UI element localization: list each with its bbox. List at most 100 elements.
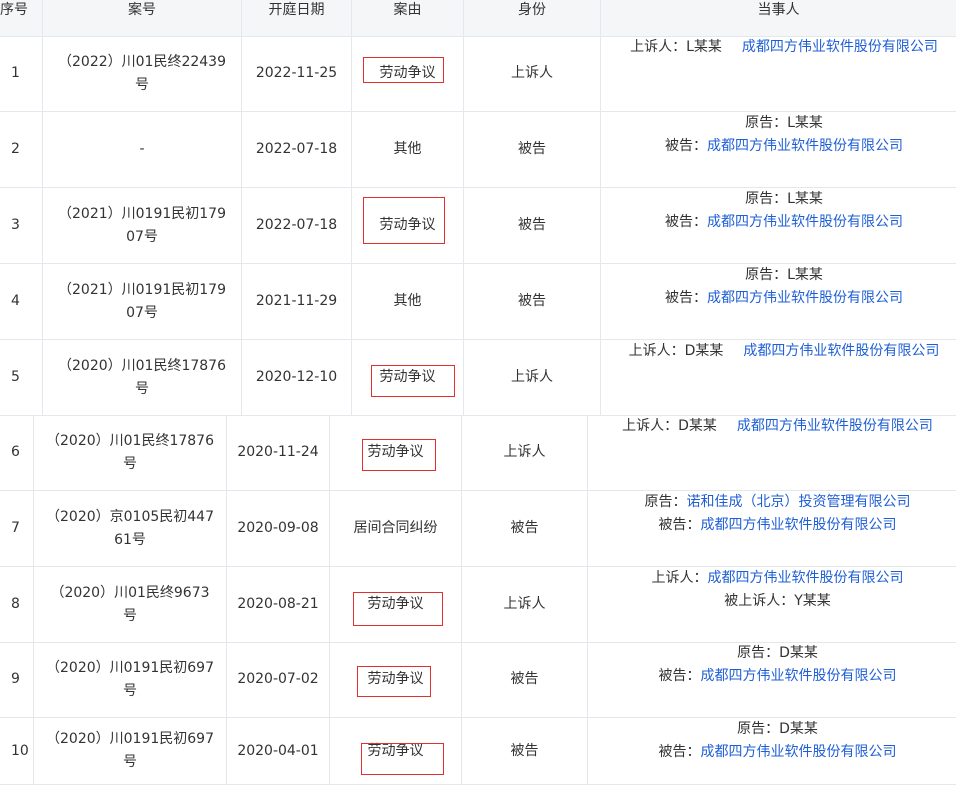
row-parties: 原告：L某某被告：成都四方伟业软件股份有限公司 — [601, 264, 956, 339]
party-line: 原告：D某某 — [737, 642, 818, 665]
party-company-link[interactable]: 诺和佳成（北京）投资管理有限公司 — [687, 494, 911, 510]
header-hearing-date: 开庭日期 — [242, 0, 352, 36]
party-label: 被告： — [665, 290, 707, 306]
row-role: 被告 — [462, 491, 588, 566]
header-cause: 案由 — [352, 0, 464, 36]
row-role: 上诉人 — [462, 567, 588, 642]
row-hearing-date: 2020-11-24 — [227, 415, 330, 490]
row-parties: 原告：L某某 被告：成都四方伟业软件股份有限公司 — [601, 112, 956, 187]
party-line: 被上诉人：Y某某 — [724, 590, 831, 613]
party-company-link[interactable]: 成都四方伟业软件股份有限公司 — [707, 138, 903, 154]
row-case-no-cell: - — [43, 112, 242, 187]
party-label: 原告： — [745, 191, 788, 207]
party-line: 被告：成都四方伟业软件股份有限公司 — [665, 211, 903, 234]
row-seq: 4 — [0, 264, 43, 339]
row-case-no-cell: （2020）川0191民初697号 — [34, 718, 227, 784]
table-header: 序号 案号 开庭日期 案由 身份 当事人 — [0, 0, 956, 37]
table-row: 5 （2020）川01民终17876号 2020-12-10 劳动争议 上诉人 上诉人：D… — [0, 340, 956, 416]
table-row: 10 （2020）川0191民初697号 2020-04-01 劳动争议 被告 原告：D某… — [0, 718, 956, 785]
party-person-name: L某某 — [787, 191, 823, 207]
case-number: （2022）川01民终22439号 — [58, 53, 226, 93]
table-row: 3 （2021）川0191民初17907号 2022-07-18 劳动争议 被告 原告：L… — [0, 188, 956, 264]
party-person-name: L某某 — [787, 115, 823, 131]
party-company-link[interactable]: 成都四方伟业软件股份有限公司 — [707, 290, 903, 306]
row-parties: 原告：D某某 被告：成都四方伟业软件股份有限公司 — [588, 718, 956, 784]
party-company-link[interactable]: 成都四方伟业软件股份有限公司 — [742, 39, 938, 55]
row-parties: 上诉人：D某某 成都四方伟业软件股份有限公司 — [588, 415, 956, 490]
party-line: 被告：成都四方伟业软件股份有限公司 — [659, 665, 897, 688]
row-parties: 原告：诺和佳成（北京）投资管理有限公司 被告：成都四方伟业软件股份有限公司 — [588, 491, 956, 566]
party-person-name: L某某 — [686, 39, 722, 55]
row-seq: 2 — [0, 112, 43, 187]
party-label: 原告： — [737, 721, 780, 737]
row-role: 被告 — [462, 642, 588, 717]
row-case-no-cell: （2021）川0191民初17907号 — [43, 188, 242, 263]
party-person-name: D某某 — [678, 418, 717, 434]
row-role: 被告 — [464, 264, 601, 339]
row-case-no-cell: （2020）川01民终17876号 — [34, 415, 227, 490]
case-number: （2020）京0105民初44761号 — [46, 508, 214, 548]
row-hearing-date: 2020-08-21 — [227, 567, 330, 642]
row-seq: 6 — [0, 415, 34, 490]
party-person-name: L某某 — [787, 267, 823, 283]
party-line: 上诉人：D某某 成都四方伟业软件股份有限公司 — [629, 340, 940, 363]
row-cause: 劳动争议 — [330, 642, 462, 717]
party-label: 上诉人： — [630, 39, 687, 55]
row-parties: 原告：L某某 被告：成都四方伟业软件股份有限公司 — [601, 188, 956, 263]
party-company-link[interactable]: 成都四方伟业软件股份有限公司 — [707, 214, 903, 230]
case-number: （2020）川01民终17876号 — [58, 357, 226, 397]
party-company-link[interactable]: 成都四方伟业软件股份有限公司 — [743, 343, 939, 359]
row-case-no-cell: （2021）川0191民初17907号 — [43, 264, 242, 339]
header-case-no: 案号 — [43, 0, 242, 36]
party-line: 原告：L某某 — [745, 188, 823, 211]
row-seq: 1 — [0, 36, 43, 111]
party-label: 被告： — [658, 668, 701, 684]
party-company-link[interactable]: 成都四方伟业软件股份有限公司 — [701, 668, 897, 684]
header-role: 身份 — [464, 0, 601, 36]
table-row: 9 （2020）川0191民初697号 2020-07-02 劳动争议 被告 原告：D某某… — [0, 642, 956, 718]
row-parties: 上诉人：L某某 成都四方伟业软件股份有限公司 — [601, 36, 956, 111]
row-cause: 劳动争议 — [330, 567, 462, 642]
party-line: 被告：成都四方伟业软件股份有限公司 — [665, 135, 903, 158]
row-cause: 劳动争议 — [330, 718, 462, 784]
party-company-link[interactable]: 成都四方伟业软件股份有限公司 — [737, 418, 933, 434]
party-person-name: D某某 — [779, 645, 818, 661]
party-person-name: Y某某 — [794, 593, 831, 609]
case-number: - — [139, 141, 145, 157]
row-hearing-date: 2020-07-02 — [227, 642, 330, 717]
table-row: 4 （2021）川0191民初17907号 2021-11-29 其他 被告 原告：L某某… — [0, 264, 956, 340]
header-seq: 序号 — [0, 0, 43, 36]
row-case-no-cell: （2020）京0105民初44761号 — [34, 491, 227, 566]
row-cause: 劳动争议 — [330, 415, 462, 490]
table-row: 6 （2020）川01民终17876号 2020-11-24 劳动争议 上诉人 上诉人：D… — [0, 415, 956, 491]
row-cause: 劳动争议 — [352, 340, 464, 415]
row-hearing-date: 2022-07-18 — [242, 112, 352, 187]
row-seq: 3 — [0, 188, 43, 263]
party-company-link[interactable]: 成都四方伟业软件股份有限公司 — [701, 744, 897, 760]
party-line: 原告：L某某 — [745, 112, 823, 135]
party-person-name: D某某 — [684, 343, 724, 359]
party-line: 原告：L某某 — [745, 264, 823, 287]
row-hearing-date: 2020-09-08 — [227, 491, 330, 566]
party-label: 上诉人： — [622, 418, 679, 434]
row-case-no-cell: （2020）川0191民初697号 — [34, 642, 227, 717]
case-number: （2020）川01民终9673号 — [50, 584, 210, 624]
party-label: 原告： — [737, 645, 780, 661]
table-row: 8 （2020）川01民终9673号 2020-08-21 劳动争议 上诉人 上诉人：成都… — [0, 567, 956, 643]
row-seq: 8 — [0, 567, 34, 642]
row-role: 上诉人 — [464, 340, 601, 415]
party-line: 上诉人：L某某 成都四方伟业软件股份有限公司 — [630, 36, 938, 59]
row-hearing-date: 2020-12-10 — [242, 340, 352, 415]
party-label: 被上诉人： — [724, 593, 795, 609]
party-label: 被告： — [665, 214, 707, 230]
row-parties: 上诉人：成都四方伟业软件股份有限公司 被上诉人：Y某某 — [588, 567, 956, 642]
party-company-link[interactable]: 成都四方伟业软件股份有限公司 — [701, 517, 897, 533]
row-case-no-cell: （2022）川01民终22439号 — [43, 36, 242, 111]
party-company-link[interactable]: 成都四方伟业软件股份有限公司 — [708, 570, 904, 586]
party-label: 被告： — [665, 138, 707, 154]
row-case-no-cell: （2020）川01民终9673号 — [34, 567, 227, 642]
row-role: 被告 — [464, 188, 601, 263]
row-seq: 9 — [0, 642, 34, 717]
row-seq: 5 — [0, 340, 43, 415]
row-cause: 其他 — [352, 264, 464, 339]
